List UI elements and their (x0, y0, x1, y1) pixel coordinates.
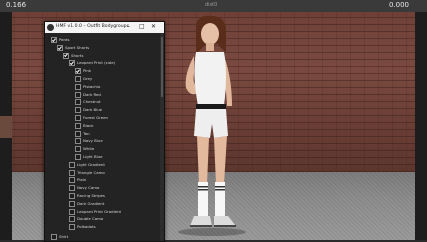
close-icon[interactable]: ✕ (151, 23, 156, 31)
checkbox[interactable] (69, 216, 75, 223)
tree-item-label: Light Blue (83, 154, 103, 159)
outfit-bodygroups-window[interactable]: HMF v1.0.0 – Outfit Bodygroups – □ ✕ Pan… (44, 21, 165, 242)
left-thumbnail (0, 116, 12, 138)
app-icon (47, 24, 54, 31)
checkbox[interactable] (57, 44, 63, 51)
checkbox[interactable] (75, 115, 81, 121)
maximize-icon[interactable]: □ (139, 23, 145, 31)
checkbox[interactable] (75, 146, 81, 153)
tree-item-label: Dark Blue (83, 107, 103, 113)
checkbox[interactable] (51, 234, 57, 240)
window-title-bar[interactable]: HMF v1.0.0 – Outfit Bodygroups – □ ✕ (45, 22, 164, 33)
tree-item-label: Pistachio (83, 83, 101, 89)
tree-item-label: Sport Shorts (65, 44, 90, 50)
tree-item-label: Leopard Print (side) (77, 60, 116, 66)
checkbox[interactable] (75, 83, 81, 90)
checkbox[interactable] (75, 76, 81, 82)
bodygroup-tree: Pants Sport Shorts Shorts Leopard Print (si… (45, 33, 164, 241)
tree-item-label: Leopard Print Gradient (77, 208, 122, 214)
tree-item-label: Navy Camo (77, 185, 100, 191)
checkbox[interactable] (75, 107, 81, 114)
scrollbar-thumb[interactable] (161, 37, 163, 97)
tree-item-label: Double Camo (77, 216, 104, 222)
tree-item-label: Dark Red (83, 91, 101, 97)
checkbox[interactable] (69, 200, 75, 207)
checkbox[interactable] (69, 161, 75, 168)
tree-item-label: Light Gradient (77, 161, 105, 167)
tree-item-label: Dark Gradient (77, 200, 105, 206)
checkbox[interactable] (75, 138, 81, 145)
checkbox[interactable] (51, 37, 57, 43)
checkbox[interactable] (75, 68, 81, 75)
tree-item-label: Black (83, 122, 94, 128)
tree-item-label: Forest Green (83, 115, 108, 120)
tree-item-label: Racing Stripes (77, 193, 105, 198)
checkbox[interactable] (69, 60, 75, 67)
right-value: 0.000 (388, 1, 409, 9)
checkbox[interactable] (75, 154, 81, 160)
scrollbar[interactable] (160, 33, 164, 241)
tree-item-label: Shirt (59, 234, 69, 239)
tree-item-label: Grey (83, 76, 93, 81)
window-title: HMF v1.0.0 – Outfit Bodygroups (56, 24, 129, 29)
checkbox[interactable] (75, 91, 81, 98)
tree-item-label: Triangle Camo (77, 169, 105, 175)
tree-item-label: Plain (77, 177, 87, 183)
checkbox[interactable] (69, 193, 75, 199)
character-model[interactable] (160, 14, 260, 240)
checkbox[interactable] (69, 177, 75, 184)
checkbox[interactable] (63, 52, 69, 59)
tree-item-label: Navy Blue (83, 138, 103, 144)
checkbox[interactable] (69, 208, 75, 215)
checkbox[interactable] (75, 130, 81, 137)
minimize-icon[interactable]: – (127, 23, 130, 31)
checkbox[interactable] (69, 169, 75, 176)
checkbox[interactable] (75, 122, 81, 129)
tree-item-label: Pants (59, 37, 70, 42)
tree-item-label: Chestnut (83, 99, 101, 105)
checkbox[interactable] (69, 185, 75, 192)
tree-item-label: Tan (83, 130, 90, 136)
tree-item-label: Pink (83, 68, 92, 74)
tree-item-label: Polkadots (77, 224, 96, 230)
tree-item-label: Shorts (71, 52, 84, 58)
right-side-panel (415, 12, 427, 240)
center-label: dist0 (205, 2, 218, 8)
tree-item-label: White (83, 146, 95, 152)
checkbox[interactable] (75, 99, 81, 106)
checkbox[interactable] (69, 224, 75, 231)
left-value: 0.166 (6, 1, 27, 9)
